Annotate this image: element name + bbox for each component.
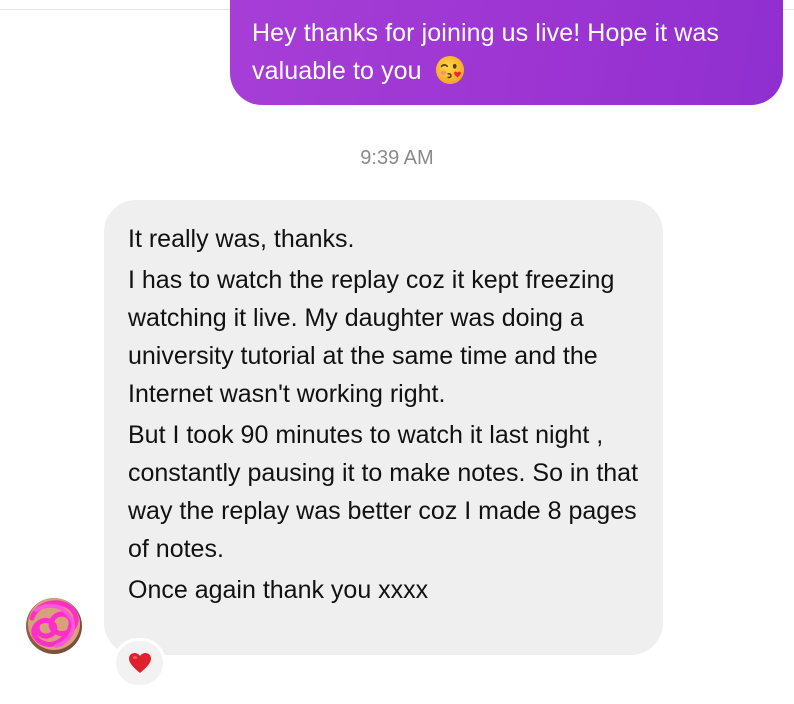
reaction-badge[interactable]: [113, 638, 166, 688]
message-paragraph: It really was, thanks.: [128, 225, 355, 253]
avatar-scribble-icon: [28, 598, 80, 650]
message-thread: Hey thanks for joining us live! Hope it …: [0, 0, 794, 704]
incoming-message-bubble[interactable]: It really was, thanks. I has to watch th…: [104, 200, 663, 655]
message-timestamp: 9:39 AM: [360, 147, 434, 169]
red-heart-icon: [128, 653, 151, 673]
contact-avatar[interactable]: [26, 598, 82, 654]
outgoing-message-bubble[interactable]: Hey thanks for joining us live! Hope it …: [230, 0, 783, 105]
message-paragraph: But I took 90 minutes to watch it last n…: [128, 421, 639, 563]
face-blowing-kiss-icon: [435, 55, 464, 85]
message-paragraph: I has to watch the replay coz it kept fr…: [128, 266, 615, 408]
message-paragraph: Once again thank you xxxx: [128, 576, 429, 604]
outgoing-message-text: Hey thanks for joining us live! Hope it …: [252, 19, 720, 85]
